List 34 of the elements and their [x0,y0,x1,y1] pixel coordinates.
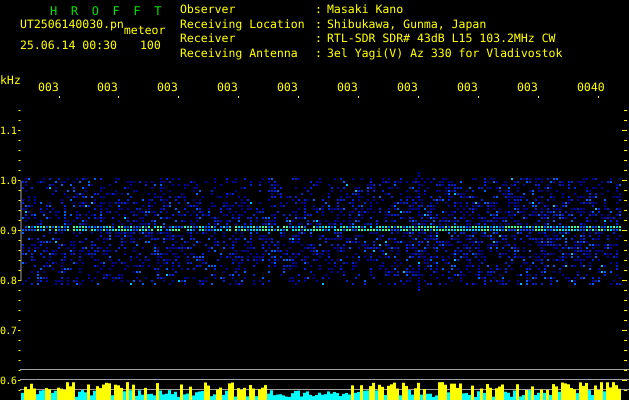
info-label: Receiver [180,33,236,47]
time-label: 0040 [577,80,605,94]
time-label: 003 [217,80,238,94]
info-separator: : [315,4,323,18]
info-label: Receiving Location [180,18,306,32]
info-separator: : [315,18,323,32]
timestamp: 25.06.14 00:30 [20,37,118,53]
frequency-unit: kHz [0,73,21,87]
app-title: H R O F F T [49,4,166,18]
count-value: 100 [140,37,161,53]
info-separator: : [315,33,323,47]
frequency-label: 0.7 [0,326,16,337]
info-value: 3el Yagi(V) Az 330 for Vladivostok [327,48,562,62]
time-label: 003 [157,80,178,94]
info-label: Receiving Antenna [180,48,299,62]
info-value: Shibukawa, Gunma, Japan [327,18,488,32]
frequency-label: 0.6 [0,376,16,387]
mode-label: meteor [124,24,166,36]
time-label: 003 [457,80,478,94]
time-label: 003 [97,80,118,94]
info-value: Masaki Kano [327,4,404,18]
info-value: RTL-SDR SDR# 43dB L15 103.2MHz CW [327,33,556,47]
frequency-label: 1.1 [0,126,16,137]
frequency-label: 0.8 [0,276,16,287]
file-name: UT2506140030.pn [20,18,124,33]
time-label: 003 [517,80,538,94]
time-label: 003 [337,80,358,94]
info-separator: : [315,48,323,62]
time-label: 003 [38,80,59,94]
frequency-label: 0.9 [0,226,16,237]
time-label: 003 [397,80,418,94]
time-label: 003 [277,80,298,94]
frequency-label: 1.0 [0,176,16,187]
info-label: Observer [180,4,236,18]
